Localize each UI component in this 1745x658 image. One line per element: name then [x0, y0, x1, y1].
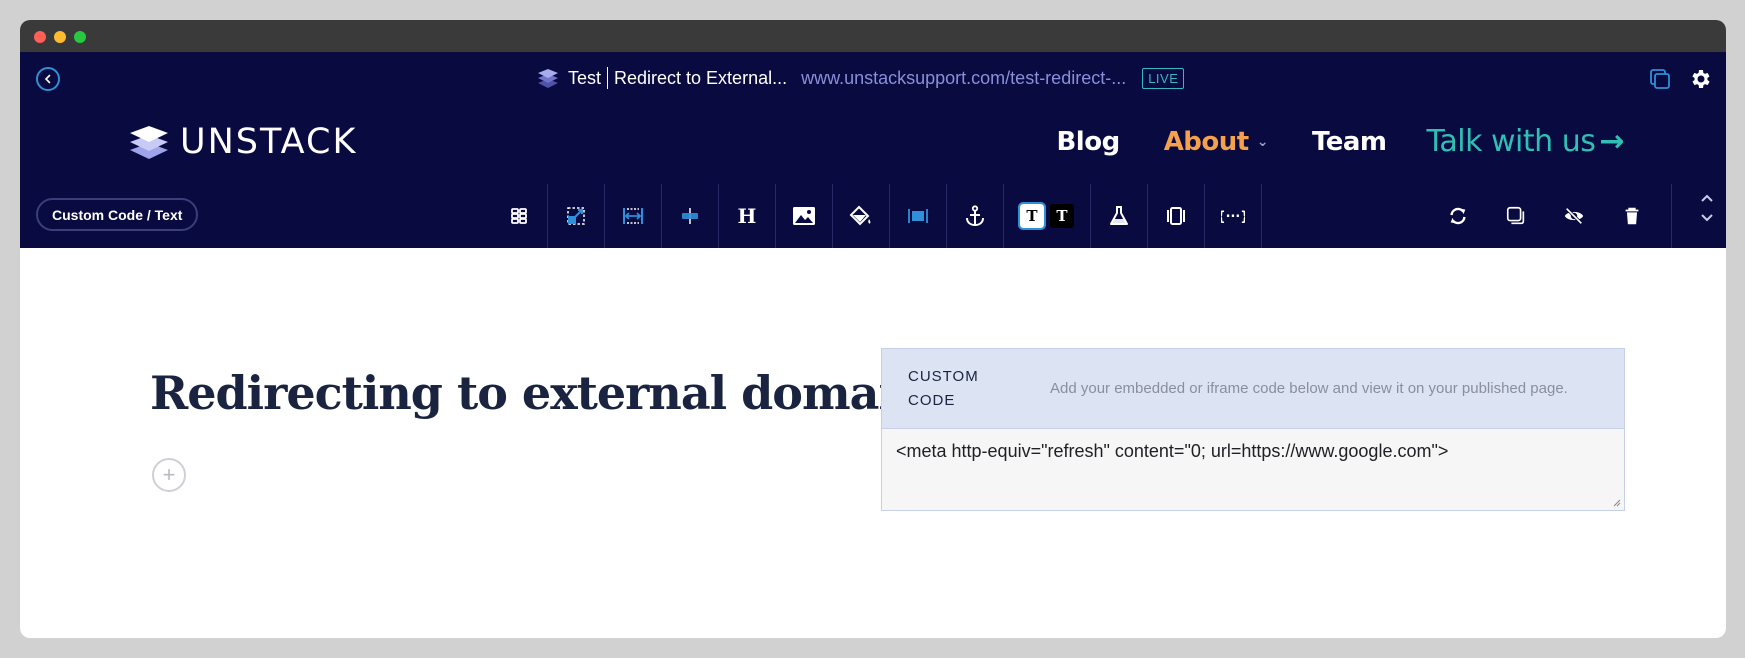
section-heading[interactable]: Redirecting to external domain: [150, 366, 928, 420]
svg-text:{···}: {···}: [1221, 209, 1245, 224]
nav-link-about-label: About: [1163, 126, 1250, 157]
page-info: Test Redirect to External... www.unstack…: [536, 52, 1185, 104]
tool-anchor[interactable]: [947, 184, 1004, 248]
editor-header: Test Redirect to External... www.unstack…: [20, 52, 1726, 248]
nav-link-about[interactable]: About ⌄: [1163, 126, 1269, 157]
hide-section-button[interactable]: [1545, 184, 1603, 248]
refresh-section-button[interactable]: [1429, 184, 1487, 248]
back-button[interactable]: [36, 67, 60, 91]
custom-code-label-line2: CODE: [908, 391, 956, 409]
title-separator: [607, 67, 609, 89]
resize-section-icon: [567, 207, 585, 225]
site-navigation: UNSTACK Blog About ⌄ Team Talk with us →: [20, 104, 1726, 184]
editor-topbar: Test Redirect to External... www.unstack…: [20, 52, 1726, 104]
custom-code-header: CUSTOM CODE Add your embedded or iframe …: [881, 348, 1625, 429]
refresh-icon: [1450, 207, 1466, 225]
page-prefix: Test: [568, 67, 602, 88]
page-title[interactable]: Test Redirect to External...: [568, 67, 787, 89]
tool-image[interactable]: [776, 184, 833, 248]
delete-section-button[interactable]: [1603, 184, 1661, 248]
unstack-logo-icon: [130, 126, 168, 159]
custom-code-label-line1: CUSTOM: [908, 367, 979, 385]
chevron-down-icon[interactable]: [1700, 210, 1714, 224]
custom-code-block: CUSTOM CODE Add your embedded or iframe …: [881, 348, 1625, 511]
text-theme-light-option[interactable]: T: [1018, 202, 1046, 230]
anchor-icon: [966, 205, 984, 227]
image-icon: [793, 207, 815, 225]
tool-full-width[interactable]: [605, 184, 662, 248]
section-move-controls: [1700, 192, 1714, 224]
trash-icon: [1625, 207, 1639, 225]
chevron-left-icon: [44, 74, 51, 84]
chevron-down-icon: ⌄: [1256, 133, 1269, 150]
svg-text:H: H: [738, 204, 757, 228]
browser-window: Test Redirect to External... www.unstack…: [20, 20, 1726, 638]
site-logo[interactable]: UNSTACK: [128, 122, 357, 162]
live-status-badge: LIVE: [1142, 67, 1185, 89]
layout-columns-icon: [511, 208, 527, 224]
hide-icon: [1564, 207, 1584, 225]
chevron-up-icon[interactable]: [1700, 192, 1714, 206]
tool-layout-columns[interactable]: [495, 184, 548, 248]
tool-carousel[interactable]: [1148, 184, 1205, 248]
custom-code-description: Add your embedded or iframe code below a…: [1050, 379, 1568, 397]
add-element-button[interactable]: +: [152, 458, 186, 492]
tool-ab-test[interactable]: [1091, 184, 1148, 248]
tool-padding[interactable]: [890, 184, 947, 248]
duplicate-window-icon[interactable]: [1648, 67, 1672, 91]
tool-background-color[interactable]: [833, 184, 890, 248]
section-canvas: Redirecting to external domain + CUSTOM …: [20, 248, 1726, 618]
close-window-button[interactable]: [34, 31, 46, 43]
tool-heading[interactable]: H: [719, 184, 776, 248]
unstack-layers-icon: [538, 69, 558, 88]
padding-icon: [908, 209, 928, 223]
arrow-right-icon: →: [1599, 124, 1624, 159]
resize-grip-icon[interactable]: [1613, 499, 1621, 507]
flask-icon: [1110, 206, 1128, 225]
text-theme-dark-option[interactable]: T: [1050, 204, 1074, 228]
custom-code-value: <meta http-equiv="refresh" content="0; u…: [896, 441, 1449, 461]
minimize-window-button[interactable]: [54, 31, 66, 43]
nav-cta-talk-with-us[interactable]: Talk with us →: [1426, 124, 1625, 159]
page-url-link[interactable]: www.unstacksupport.com/test-redirect-...: [801, 68, 1126, 89]
maximize-window-button[interactable]: [74, 31, 86, 43]
title-bar: [20, 20, 1726, 52]
nav-link-team[interactable]: Team: [1312, 127, 1387, 157]
topbar-actions: [1648, 67, 1712, 91]
tool-resize-section[interactable]: [548, 184, 605, 248]
text-theme-options: T T: [1018, 202, 1074, 230]
site-menu: Blog About ⌄ Team Talk with us →: [1012, 124, 1624, 159]
heading-icon: H: [738, 204, 757, 228]
plus-icon: +: [162, 462, 176, 487]
custom-code-textarea[interactable]: <meta http-equiv="refresh" content="0; u…: [881, 429, 1625, 511]
tool-custom-code[interactable]: {···}: [1205, 184, 1262, 248]
paint-bucket-icon: [849, 205, 871, 226]
duplicate-icon: [1506, 206, 1525, 225]
section-actions: [1429, 184, 1672, 248]
code-braces-icon: {···}: [1221, 209, 1245, 224]
nav-link-blog[interactable]: Blog: [1056, 127, 1120, 157]
tool-vertical-align[interactable]: [662, 184, 719, 248]
section-tools: H T T ···: [495, 184, 1262, 248]
full-width-icon: [623, 208, 643, 224]
section-type-label[interactable]: Custom Code / Text: [36, 198, 199, 231]
gear-icon[interactable]: [1688, 67, 1712, 91]
tool-text-theme: T T: [1004, 184, 1091, 248]
logo-text: UNSTACK: [180, 122, 358, 162]
section-toolbar: Custom Code / Text H T T ···: [20, 184, 1726, 248]
duplicate-section-button[interactable]: [1487, 184, 1545, 248]
page-name: Redirect to External...: [614, 67, 788, 88]
vertical-align-icon: [682, 208, 698, 224]
carousel-icon: [1167, 207, 1185, 225]
custom-code-label: CUSTOM CODE: [908, 365, 1050, 413]
cta-label: Talk with us: [1426, 124, 1596, 159]
